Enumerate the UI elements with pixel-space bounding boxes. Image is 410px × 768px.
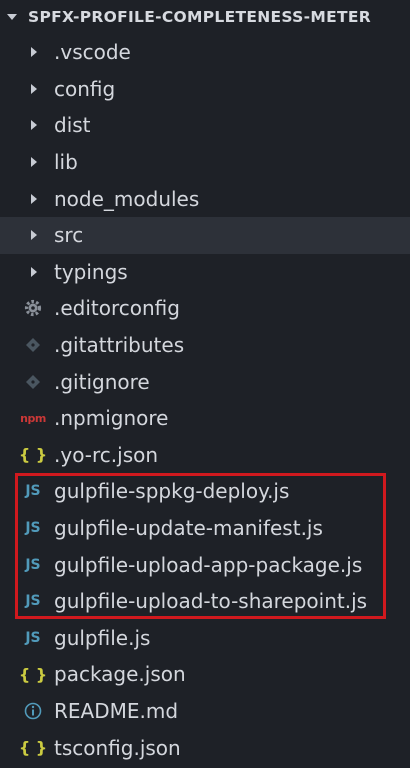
folder-label: typings <box>54 259 128 284</box>
chevron-right-icon <box>28 266 40 278</box>
folder-label: src <box>54 223 84 248</box>
chevron-right-icon <box>28 119 40 131</box>
tree-file-gulpfile-upload-app-package[interactable]: JS gulpfile-upload-app-package.js <box>0 546 410 583</box>
file-label: README.md <box>54 698 179 723</box>
json-icon: { } <box>18 664 48 684</box>
tree-file-yo-rc-json[interactable]: { } .yo-rc.json <box>0 437 410 474</box>
js-icon: JS <box>25 593 41 610</box>
gear-icon <box>18 299 48 317</box>
file-label: .gitignore <box>54 369 150 394</box>
folder-label: config <box>54 76 116 101</box>
tree-folder-src[interactable]: src <box>0 216 410 254</box>
file-label: gulpfile-sppkg-deploy.js <box>54 479 290 504</box>
tree-folder-config[interactable]: config <box>0 71 410 108</box>
folder-label: .vscode <box>54 40 131 65</box>
chevron-right-icon <box>28 156 40 168</box>
file-label: gulpfile-upload-app-package.js <box>54 552 363 577</box>
file-label: gulpfile-update-manifest.js <box>54 516 323 541</box>
file-tree: .vscode config dist lib node_modules src… <box>0 34 410 766</box>
npm-icon: npm <box>20 411 46 425</box>
file-label: .npmignore <box>54 406 169 431</box>
info-icon <box>18 702 48 720</box>
tree-folder-vscode[interactable]: .vscode <box>0 34 410 71</box>
tree-file-gitignore[interactable]: .gitignore <box>0 363 410 400</box>
json-icon: { } <box>18 738 48 758</box>
git-icon <box>18 374 48 390</box>
js-icon: JS <box>25 520 41 537</box>
tree-file-gulpfile-update-manifest[interactable]: JS gulpfile-update-manifest.js <box>0 510 410 547</box>
chevron-right-icon <box>28 46 40 58</box>
chevron-right-icon <box>28 83 40 95</box>
chevron-down-icon <box>6 11 22 24</box>
project-root-title: SPFX-PROFILE-COMPLETENESS-METER <box>28 8 371 26</box>
tree-folder-node-modules[interactable]: node_modules <box>0 180 410 217</box>
tree-file-gulpfile-upload-to-sharepoint[interactable]: JS gulpfile-upload-to-sharepoint.js <box>0 583 410 620</box>
json-icon: { } <box>18 445 48 465</box>
tree-file-gitattributes[interactable]: .gitattributes <box>0 327 410 364</box>
tree-file-readme[interactable]: README.md <box>0 693 410 730</box>
file-label: .gitattributes <box>54 333 185 358</box>
folder-label: lib <box>54 150 78 175</box>
file-label: .editorconfig <box>54 296 180 321</box>
git-icon <box>18 337 48 353</box>
js-icon: JS <box>25 556 41 573</box>
tree-file-npmignore[interactable]: npm .npmignore <box>0 400 410 437</box>
js-icon: JS <box>25 483 41 500</box>
file-label: gulpfile.js <box>54 625 151 650</box>
file-label: tsconfig.json <box>54 735 181 760</box>
tree-folder-dist[interactable]: dist <box>0 107 410 144</box>
file-label: package.json <box>54 662 186 687</box>
file-label: gulpfile-upload-to-sharepoint.js <box>54 589 368 614</box>
js-icon: JS <box>25 629 41 646</box>
folder-label: node_modules <box>54 186 200 211</box>
chevron-right-icon <box>28 193 40 205</box>
file-explorer: SPFX-PROFILE-COMPLETENESS-METER .vscode … <box>0 0 410 768</box>
chevron-right-icon <box>28 229 40 241</box>
tree-file-gulpfile[interactable]: JS gulpfile.js <box>0 620 410 657</box>
file-label: .yo-rc.json <box>54 442 159 467</box>
explorer-root-header[interactable]: SPFX-PROFILE-COMPLETENESS-METER <box>0 0 410 34</box>
tree-file-editorconfig[interactable]: .editorconfig <box>0 290 410 327</box>
folder-label: dist <box>54 113 91 138</box>
tree-folder-typings[interactable]: typings <box>0 254 410 291</box>
tree-file-package-json[interactable]: { } package.json <box>0 656 410 693</box>
tree-folder-lib[interactable]: lib <box>0 144 410 181</box>
tree-file-gulpfile-sppkg-deploy[interactable]: JS gulpfile-sppkg-deploy.js <box>0 473 410 510</box>
tree-file-tsconfig-json[interactable]: { } tsconfig.json <box>0 729 410 766</box>
